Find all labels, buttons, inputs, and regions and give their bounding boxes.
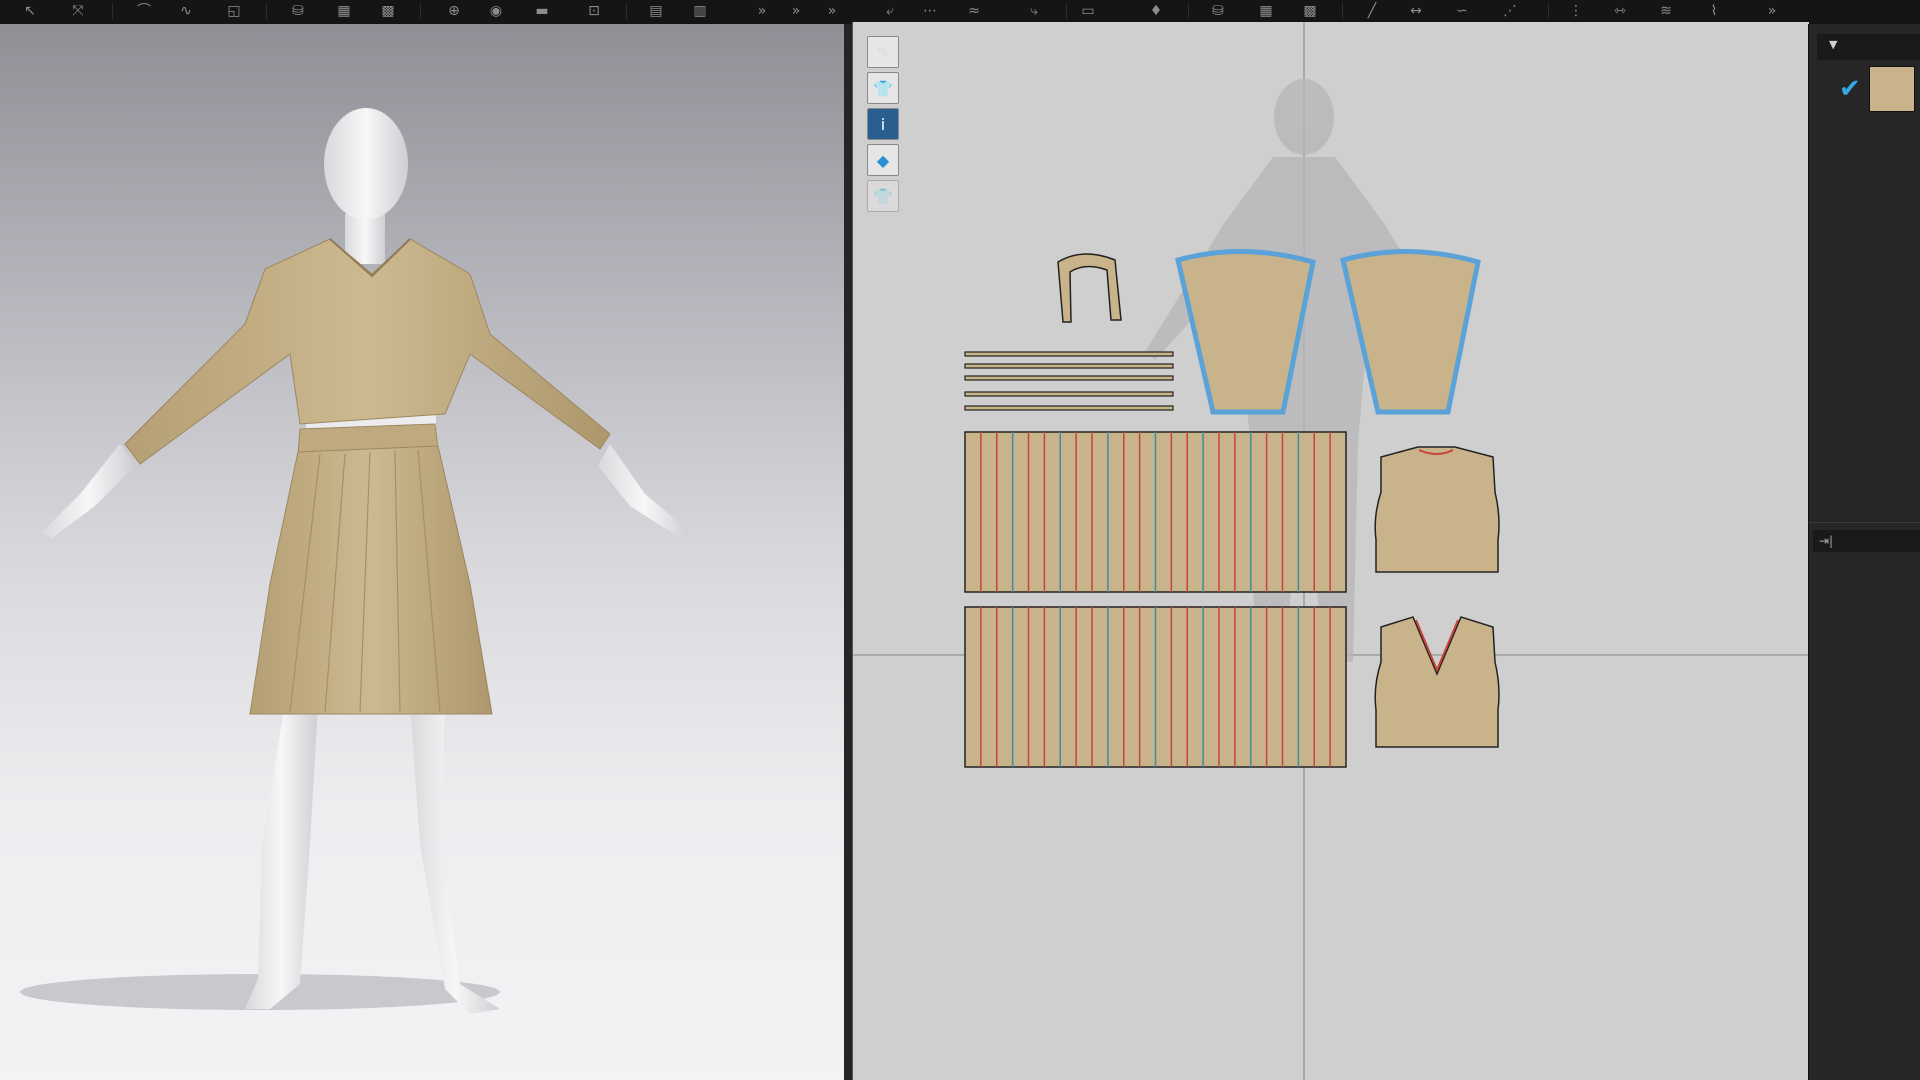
panel-scroll-icon-3[interactable]: » [822,2,842,20]
elastic-icon[interactable]: ≋ [1656,2,1676,20]
pattern-skirt-front[interactable] [964,431,1347,593]
free-sew-icon[interactable]: ⇿ [1610,2,1630,20]
avatar-right-leg [410,704,500,1014]
toolbar-separator [420,3,421,19]
move-icon[interactable]: ⤶ [880,2,900,20]
topstitch-icon[interactable]: ⊡ [584,2,604,20]
3d-viewport[interactable] [0,24,844,1080]
collapse-panel-icon[interactable]: ⇥| [1813,530,1920,552]
garment-skirt[interactable] [249,423,493,715]
fold-icon[interactable]: ▦ [1256,2,1276,20]
flip-icon[interactable]: ⤷ [1024,2,1044,20]
segment-sew-icon[interactable]: ⋰ [1500,2,1520,20]
panel-scroll-icon[interactable]: » [752,2,772,20]
segment-icon[interactable]: ◱ [224,2,244,20]
transform-icon[interactable]: ⤧ [68,2,88,20]
garment-view-icon[interactable]: 👕 [867,72,899,104]
stitch-icon[interactable]: ▩ [378,2,398,20]
zigzag-icon[interactable]: ⌇ [1704,2,1724,20]
line-icon[interactable]: ╱ [1362,2,1382,20]
toolbar-separator [112,3,113,19]
wave-icon[interactable]: ≈ [964,2,984,20]
curve-icon[interactable]: ⌒ [134,2,154,20]
measure-icon[interactable]: ⋯ [920,2,940,20]
curve-point-icon[interactable]: ∽ [1452,2,1472,20]
pattern-skirt-back[interactable] [964,606,1347,768]
toolbar-separator [266,3,267,19]
pattern-bodice-back[interactable] [1374,446,1500,573]
toolbar-separator [626,3,627,19]
dart-icon[interactable]: ↔ [1406,2,1426,20]
pattern-sleeve-right[interactable] [1340,249,1481,415]
seam-icon[interactable]: ♦ [1146,2,1166,20]
2d-pattern-window[interactable]: ✎ 👕 i ◆ 👕 [852,22,1809,1080]
fold-arrange-icon[interactable]: ⛁ [288,2,308,20]
pattern-collar[interactable] [1057,253,1122,323]
sew-icon[interactable]: ⛁ [1208,2,1228,20]
edit-curve-icon[interactable]: ∿ [176,2,196,20]
toolbar-separator [1188,3,1189,19]
fabric-color-swatch[interactable] [1869,66,1915,112]
check-icon[interactable]: ✔ [1839,74,1861,104]
object-browser-panel: ▼ ✔ ⇥| [1808,24,1920,1080]
toolbar-separator [1342,3,1343,19]
panel-divider [1809,522,1920,523]
button-icon[interactable]: ◉ [486,2,506,20]
avatar-right-arm [598,444,690,538]
toolbar-separator [1066,3,1067,19]
toolbar-separator [1548,3,1549,19]
texture-view-icon[interactable]: ◆ [867,144,899,176]
avatar-left-arm [42,444,135,538]
pin-icon[interactable]: ⊕ [444,2,464,20]
viewport-splitter[interactable] [844,24,852,1080]
info-icon[interactable]: i [867,108,899,140]
toolbar-scroll-icon[interactable]: » [1762,2,1782,20]
avatar-icon[interactable]: ▩ [1300,2,1320,20]
tape-icon[interactable]: ⋮ [1566,2,1586,20]
2d-pattern-canvas [853,22,1809,1080]
avatar-head [324,108,408,220]
hidden-garment-icon[interactable]: 👕 [867,180,899,212]
3d-scene [20,108,690,1014]
pen-tool-icon[interactable]: ✎ [867,36,899,68]
pattern-strips[interactable] [964,351,1174,411]
avatar-left-leg [245,704,318,1009]
buttonhole-icon[interactable]: ▬ [532,2,552,20]
pattern-bodice-front[interactable] [1374,616,1500,748]
chevron-down-icon[interactable]: ▼ [1829,38,1837,51]
skirt-body [249,445,493,715]
ruler-icon[interactable]: ▦ [334,2,354,20]
pleat-icon[interactable]: ▭ [1078,2,1098,20]
panel-scroll-icon-2[interactable]: » [786,2,806,20]
select-icon[interactable]: ↖ [20,2,40,20]
fabric-texture-icon[interactable]: ▤ [646,2,666,20]
graphic-icon[interactable]: ▥ [690,2,710,20]
